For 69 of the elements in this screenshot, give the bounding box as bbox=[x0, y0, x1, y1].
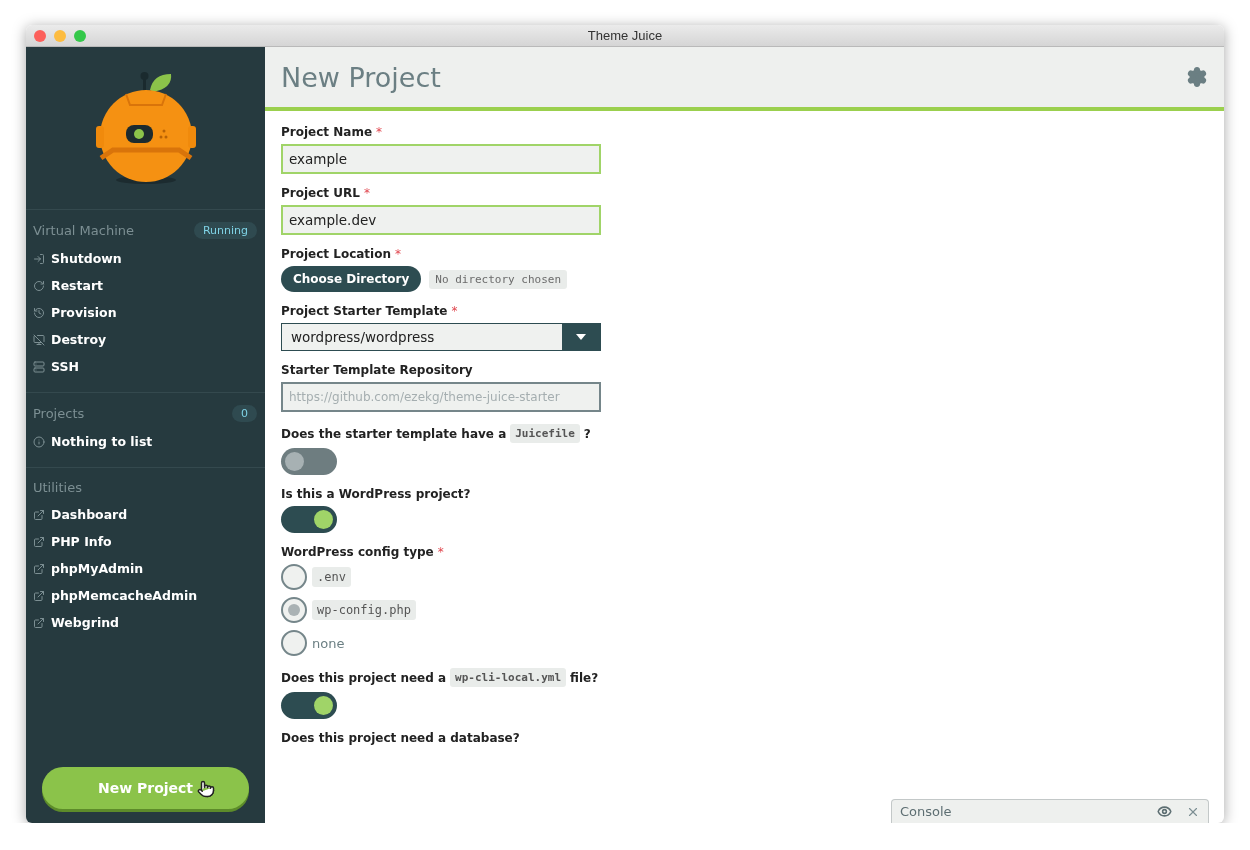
external-link-icon bbox=[33, 562, 45, 575]
external-link-icon bbox=[33, 589, 45, 602]
sidebar-item[interactable]: phpMyAdmin bbox=[33, 555, 257, 582]
section-title: Virtual Machine bbox=[33, 223, 135, 238]
sidebar-item[interactable]: Dashboard bbox=[33, 501, 257, 528]
refresh-icon bbox=[33, 279, 45, 292]
directory-status: No directory chosen bbox=[429, 269, 568, 289]
section-title: Projects bbox=[33, 406, 85, 421]
field-label: file? bbox=[570, 670, 599, 685]
text-field[interactable]: https://github.com/ezekg/theme-juice-starter bbox=[281, 382, 601, 412]
toggle-switch[interactable] bbox=[281, 448, 337, 475]
sidebar-item[interactable]: Destroy bbox=[33, 326, 257, 353]
option-label: wp-config.php bbox=[312, 600, 416, 620]
section-title: Utilities bbox=[33, 480, 82, 495]
hand-cursor-icon bbox=[197, 780, 215, 798]
field-label: ? bbox=[583, 426, 591, 441]
sidebar-item[interactable]: Webgrind bbox=[33, 609, 257, 636]
radio-button[interactable] bbox=[281, 630, 307, 656]
toggle-switch[interactable] bbox=[281, 692, 337, 719]
radio-button[interactable] bbox=[281, 564, 307, 590]
status-badge: Running bbox=[193, 222, 257, 239]
code-text: wp-cli-local.yml bbox=[450, 668, 567, 687]
server-icon bbox=[33, 360, 45, 373]
field-label: Project URL bbox=[281, 186, 360, 200]
status-badge: 0 bbox=[232, 405, 257, 422]
field-label: Does this project need a bbox=[281, 670, 447, 685]
sidebar-item[interactable]: phpMemcacheAdmin bbox=[33, 582, 257, 609]
sign-in-icon bbox=[33, 252, 45, 265]
field-label: WordPress config type bbox=[281, 545, 434, 559]
info-icon bbox=[33, 435, 45, 448]
code-text: Juicefile bbox=[510, 424, 580, 443]
toggle-switch[interactable] bbox=[281, 506, 337, 533]
caret-icon bbox=[576, 334, 586, 340]
field-label: Does the starter template have a bbox=[281, 426, 507, 441]
history-icon bbox=[33, 306, 45, 319]
field-label: Project Starter Template bbox=[281, 304, 448, 318]
text-field[interactable]: example.dev bbox=[281, 205, 601, 235]
text-field[interactable]: example bbox=[281, 144, 601, 174]
field-label: Starter Template Repository bbox=[281, 363, 473, 377]
option-label: none bbox=[312, 635, 345, 651]
console-title: Console bbox=[900, 804, 953, 819]
required-mark: * bbox=[376, 125, 383, 139]
sidebar-item[interactable]: Restart bbox=[33, 272, 257, 299]
external-link-icon bbox=[33, 616, 45, 629]
required-mark: * bbox=[395, 247, 401, 261]
window-title: Theme Juice bbox=[587, 28, 663, 43]
external-link-icon bbox=[33, 508, 45, 521]
sidebar-item[interactable]: SSH bbox=[33, 353, 257, 380]
sidebar-item[interactable]: PHP Info bbox=[33, 528, 257, 555]
template-select[interactable]: wordpress/wordpress bbox=[281, 323, 601, 351]
sidebar-item[interactable]: Shutdown bbox=[33, 245, 257, 272]
option-label: .env bbox=[312, 567, 351, 587]
monitor-off-icon bbox=[33, 333, 45, 346]
close-light[interactable] bbox=[34, 29, 46, 42]
settings-icon[interactable] bbox=[1186, 66, 1208, 88]
radio-button[interactable] bbox=[281, 597, 307, 623]
choose-directory-button[interactable]: Choose Directory bbox=[281, 266, 422, 292]
required-mark: * bbox=[451, 304, 458, 318]
external-link-icon bbox=[33, 535, 45, 548]
eye-icon[interactable] bbox=[1157, 804, 1172, 819]
question-text: Does this project need a database? bbox=[281, 731, 520, 745]
field-label: Is this a WordPress project? bbox=[281, 487, 471, 501]
page-title: New Project bbox=[281, 61, 441, 93]
field-label: Project Name bbox=[281, 125, 373, 139]
required-mark: * bbox=[363, 186, 370, 200]
sidebar-item[interactable]: Nothing to list bbox=[33, 428, 257, 455]
sidebar-item[interactable]: Provision bbox=[33, 299, 257, 326]
required-mark: * bbox=[437, 545, 444, 559]
field-label: Project Location bbox=[281, 247, 391, 261]
